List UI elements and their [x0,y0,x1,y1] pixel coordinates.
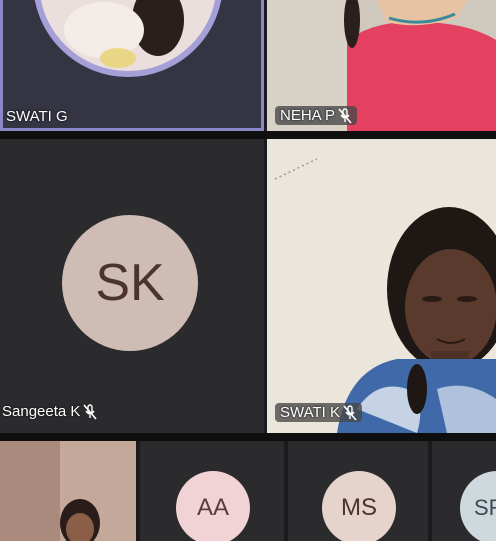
mic-muted-icon [338,107,352,124]
participant-tile-bottom-video[interactable] [0,441,136,541]
participant-video-bottom [0,441,136,541]
participant-tile-neha-p[interactable]: NEHA P [267,0,496,131]
participant-avatar-aa: AA [176,471,250,541]
participant-video-swati-k [267,139,496,433]
mic-muted-icon [83,403,98,420]
participant-tile-sangeeta-k[interactable]: SK Sangeeta K [0,139,264,433]
participant-tile-ms[interactable]: MS [288,441,428,541]
participant-avatar-ms: MS [322,471,396,541]
participant-name-swati-k: SWATI K [275,403,362,422]
participant-avatar-sk: SK [62,215,198,351]
participant-name-swati-g: SWATI G [6,108,68,125]
participant-name-sangeeta-k: Sangeeta K [2,403,98,420]
participant-tile-swati-g[interactable]: SWATI G [0,0,264,131]
grid-separator [0,131,496,139]
participant-avatar-sr: SR [460,471,496,541]
mic-muted-icon [343,404,357,421]
participant-name-neha-p: NEHA P [275,106,358,125]
participant-tile-swati-k[interactable]: SWATI K [267,139,496,433]
participant-tile-aa[interactable]: AA [140,441,284,541]
grid-separator [0,433,496,441]
participant-tile-sr[interactable]: SR [432,441,496,541]
